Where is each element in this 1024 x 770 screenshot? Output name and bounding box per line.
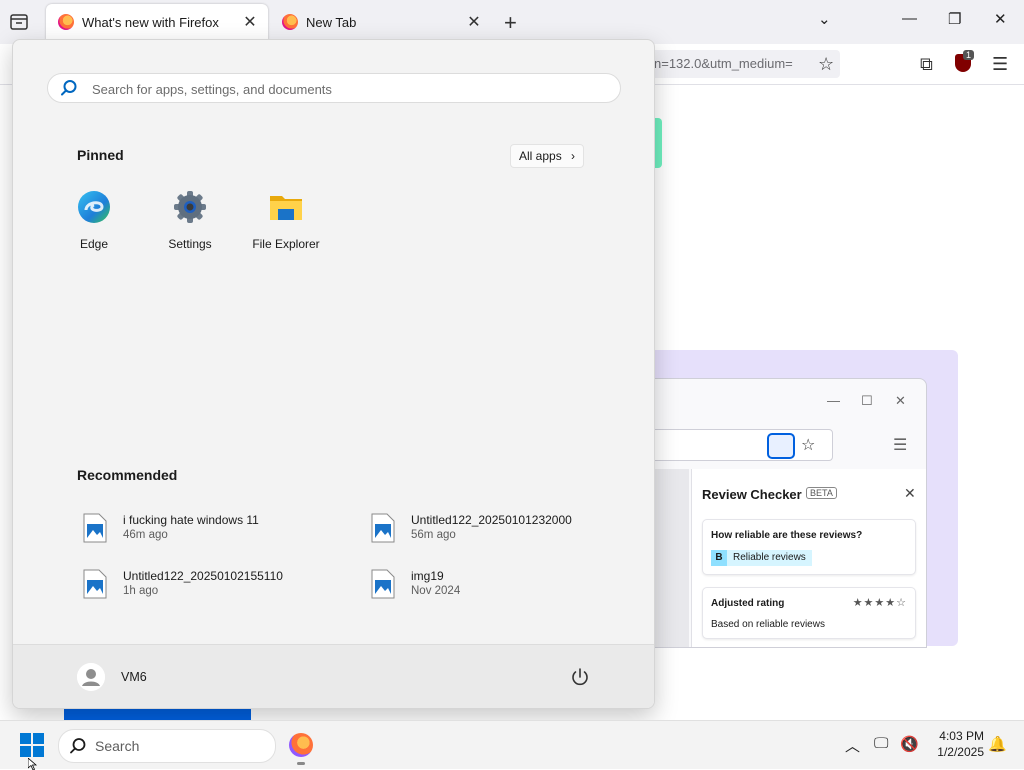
user-name[interactable]: VM6 <box>121 670 147 684</box>
show-hidden-icons-chevron-icon[interactable]: ︿ <box>845 735 860 756</box>
mock-close-icon: ✕ <box>895 393 906 408</box>
mouse-cursor-icon <box>28 758 38 770</box>
adjusted-rating-sub: Based on reliable reviews <box>711 619 825 630</box>
adjusted-rating-heading: Adjusted rating <box>711 598 785 609</box>
recommended-heading: Recommended <box>77 467 178 483</box>
reliability-card: How reliable are these reviews? B Reliabl… <box>702 519 916 575</box>
pinned-app-label: File Explorer <box>252 237 320 251</box>
tab-whats-new[interactable]: What's new with Firefox ✕ <box>46 4 268 40</box>
firefox-taskbar-icon[interactable] <box>289 733 313 757</box>
file-name: img19 <box>411 569 444 583</box>
adjusted-rating-card: Adjusted rating ★★★★☆ Based on reliable … <box>702 587 916 639</box>
folder-icon <box>270 196 302 220</box>
notification-bell-icon[interactable]: 🔔 <box>988 735 1007 753</box>
taskbar-search[interactable]: Search <box>58 729 276 763</box>
taskbar: Search ︿ 🖵 🔇 4:03 PM 1/2/2025 🔔 <box>0 720 1024 769</box>
pinned-app-edge[interactable]: Edge <box>51 190 137 251</box>
grade-letter: B <box>711 550 727 566</box>
list-all-tabs-chevron-icon[interactable]: ⌄ <box>818 10 831 28</box>
tab-new-tab[interactable]: New Tab ✕ <box>270 4 492 40</box>
recommended-item[interactable]: Untitled122_20250101232000 56m ago <box>371 513 631 553</box>
windows-start-icon[interactable] <box>20 733 44 757</box>
file-time: 46m ago <box>123 529 168 541</box>
pinned-app-label: Edge <box>79 237 109 251</box>
new-tab-plus-icon[interactable]: + <box>504 10 517 36</box>
start-menu: Pinned All apps › Edge <box>12 39 655 709</box>
file-name: Untitled122_20250101232000 <box>411 513 572 527</box>
edge-icon <box>78 191 110 223</box>
review-checker-illustration: — ☐ ✕ ☆ ☰ Review Checker BETA ✕ How reli… <box>640 378 927 648</box>
recommended-item[interactable]: i fucking hate windows 11 46m ago <box>83 513 343 553</box>
pinned-app-label: Settings <box>168 237 212 251</box>
mock-menu-icon: ☰ <box>893 437 908 454</box>
image-file-icon <box>83 513 107 543</box>
mock-star-icon: ☆ <box>801 437 816 454</box>
firefox-icon <box>282 14 298 30</box>
beta-badge: BETA <box>806 487 837 499</box>
image-file-icon <box>371 569 395 599</box>
search-icon <box>61 80 77 96</box>
tab-title: What's new with Firefox <box>82 14 219 30</box>
power-icon[interactable] <box>569 666 591 688</box>
tab-list-icon[interactable] <box>8 12 32 32</box>
pinned-app-settings[interactable]: Settings <box>147 190 233 251</box>
network-icon[interactable]: 🖵 <box>874 735 888 752</box>
image-file-icon <box>83 569 107 599</box>
file-name: i fucking hate windows 11 <box>123 513 259 527</box>
pinned-heading: Pinned <box>77 147 124 163</box>
firefox-icon <box>58 14 74 30</box>
price-tag-icon <box>767 433 795 459</box>
panel-close-icon: ✕ <box>904 485 916 501</box>
all-apps-button[interactable]: All apps › <box>510 144 585 168</box>
close-tab-icon[interactable]: ✕ <box>240 12 260 32</box>
taskbar-search-label: Search <box>95 738 140 754</box>
clock-date: 1/2/2025 <box>937 745 984 759</box>
reliability-heading: How reliable are these reviews? <box>711 530 863 541</box>
close-tab-icon[interactable]: ✕ <box>464 12 484 32</box>
start-search-box[interactable] <box>47 73 621 103</box>
page-button-partial <box>64 707 251 721</box>
search-icon <box>70 738 86 754</box>
file-name: Untitled122_20250102155110 <box>123 569 283 583</box>
ublock-badge: 1 <box>963 50 975 60</box>
review-checker-title: Review Checker <box>702 487 802 502</box>
recommended-item[interactable]: Untitled122_20250102155110 1h ago <box>83 569 343 609</box>
file-time: Nov 2024 <box>411 585 461 597</box>
minimize-icon[interactable]: — <box>902 10 917 27</box>
app-menu-icon[interactable]: ☰ <box>992 54 1008 75</box>
review-checker-panel: Review Checker BETA ✕ How reliable are t… <box>691 469 926 647</box>
url-text: n=132.0&utm_medium= <box>654 56 793 71</box>
clock-time: 4:03 PM <box>939 729 984 743</box>
reliability-badge: B Reliable reviews <box>711 550 812 566</box>
volume-muted-icon[interactable]: 🔇 <box>900 735 919 753</box>
browser-tab-strip: What's new with Firefox ✕ New Tab ✕ + ⌄ … <box>0 0 1024 44</box>
extensions-icon[interactable]: ⧉ <box>920 54 933 75</box>
tab-title: New Tab <box>306 14 357 30</box>
all-apps-label: All apps <box>519 149 562 163</box>
user-avatar[interactable] <box>77 663 105 691</box>
mock-minimize-icon: — <box>827 393 840 408</box>
running-indicator <box>297 762 305 765</box>
mock-maximize-icon: ☐ <box>861 393 873 408</box>
start-menu-footer: VM6 <box>13 644 654 708</box>
settings-gear-icon <box>174 191 206 223</box>
user-icon <box>77 663 105 691</box>
image-file-icon <box>371 513 395 543</box>
restore-icon[interactable]: ❐ <box>948 10 961 28</box>
bookmark-star-icon[interactable]: ☆ <box>818 54 834 75</box>
badge-text: Reliable reviews <box>733 552 806 563</box>
pinned-app-file-explorer[interactable]: File Explorer <box>243 190 329 251</box>
chevron-right-icon: › <box>571 149 576 163</box>
star-rating: ★★★★☆ <box>852 597 907 609</box>
recommended-item[interactable]: img19 Nov 2024 <box>371 569 631 609</box>
system-clock[interactable]: 4:03 PM 1/2/2025 <box>928 728 984 760</box>
file-time: 56m ago <box>411 529 456 541</box>
close-window-icon[interactable]: ✕ <box>994 10 1007 28</box>
file-time: 1h ago <box>123 585 159 597</box>
start-search-input[interactable] <box>90 77 604 101</box>
